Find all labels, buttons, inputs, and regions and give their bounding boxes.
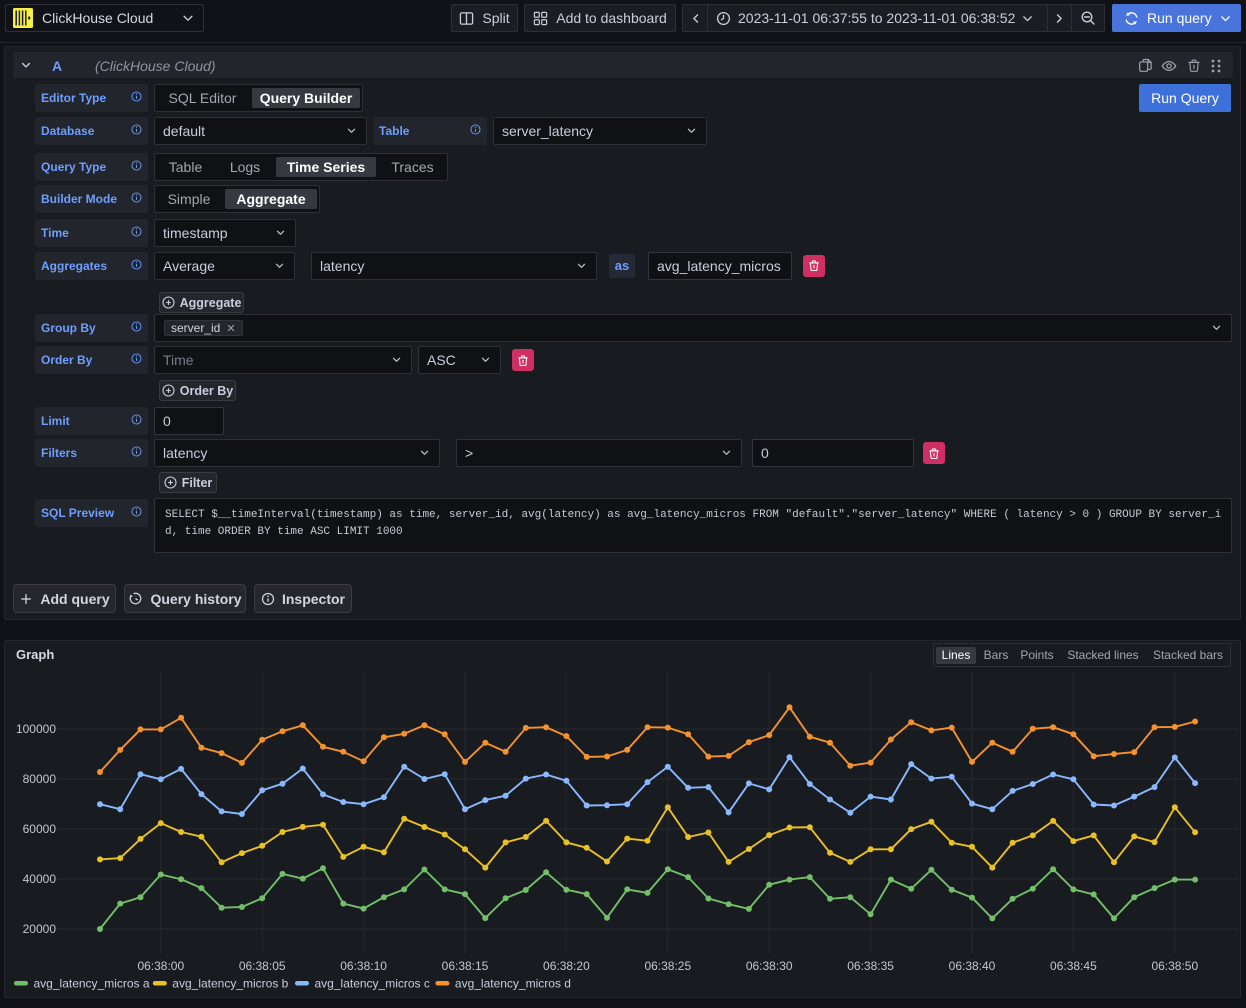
svg-text:06:38:50: 06:38:50: [1151, 959, 1198, 973]
svg-text:06:38:40: 06:38:40: [949, 959, 996, 973]
svg-text:avg_latency_micros b: avg_latency_micros b: [172, 977, 288, 991]
svg-text:avg_latency_micros a: avg_latency_micros a: [34, 977, 150, 991]
svg-text:80000: 80000: [23, 772, 57, 786]
svg-text:06:38:10: 06:38:10: [340, 959, 387, 973]
svg-text:06:38:35: 06:38:35: [847, 959, 894, 973]
svg-text:avg_latency_micros c: avg_latency_micros c: [315, 977, 430, 991]
svg-text:06:38:00: 06:38:00: [137, 959, 184, 973]
svg-text:06:38:15: 06:38:15: [442, 959, 489, 973]
svg-text:20000: 20000: [23, 922, 57, 936]
svg-text:06:38:05: 06:38:05: [239, 959, 286, 973]
svg-text:100000: 100000: [16, 722, 56, 736]
svg-text:06:38:25: 06:38:25: [644, 959, 691, 973]
svg-text:06:38:30: 06:38:30: [746, 959, 793, 973]
svg-text:40000: 40000: [23, 872, 57, 886]
svg-text:avg_latency_micros d: avg_latency_micros d: [455, 977, 571, 991]
svg-text:06:38:45: 06:38:45: [1050, 959, 1097, 973]
svg-text:60000: 60000: [23, 822, 57, 836]
svg-text:06:38:20: 06:38:20: [543, 959, 590, 973]
